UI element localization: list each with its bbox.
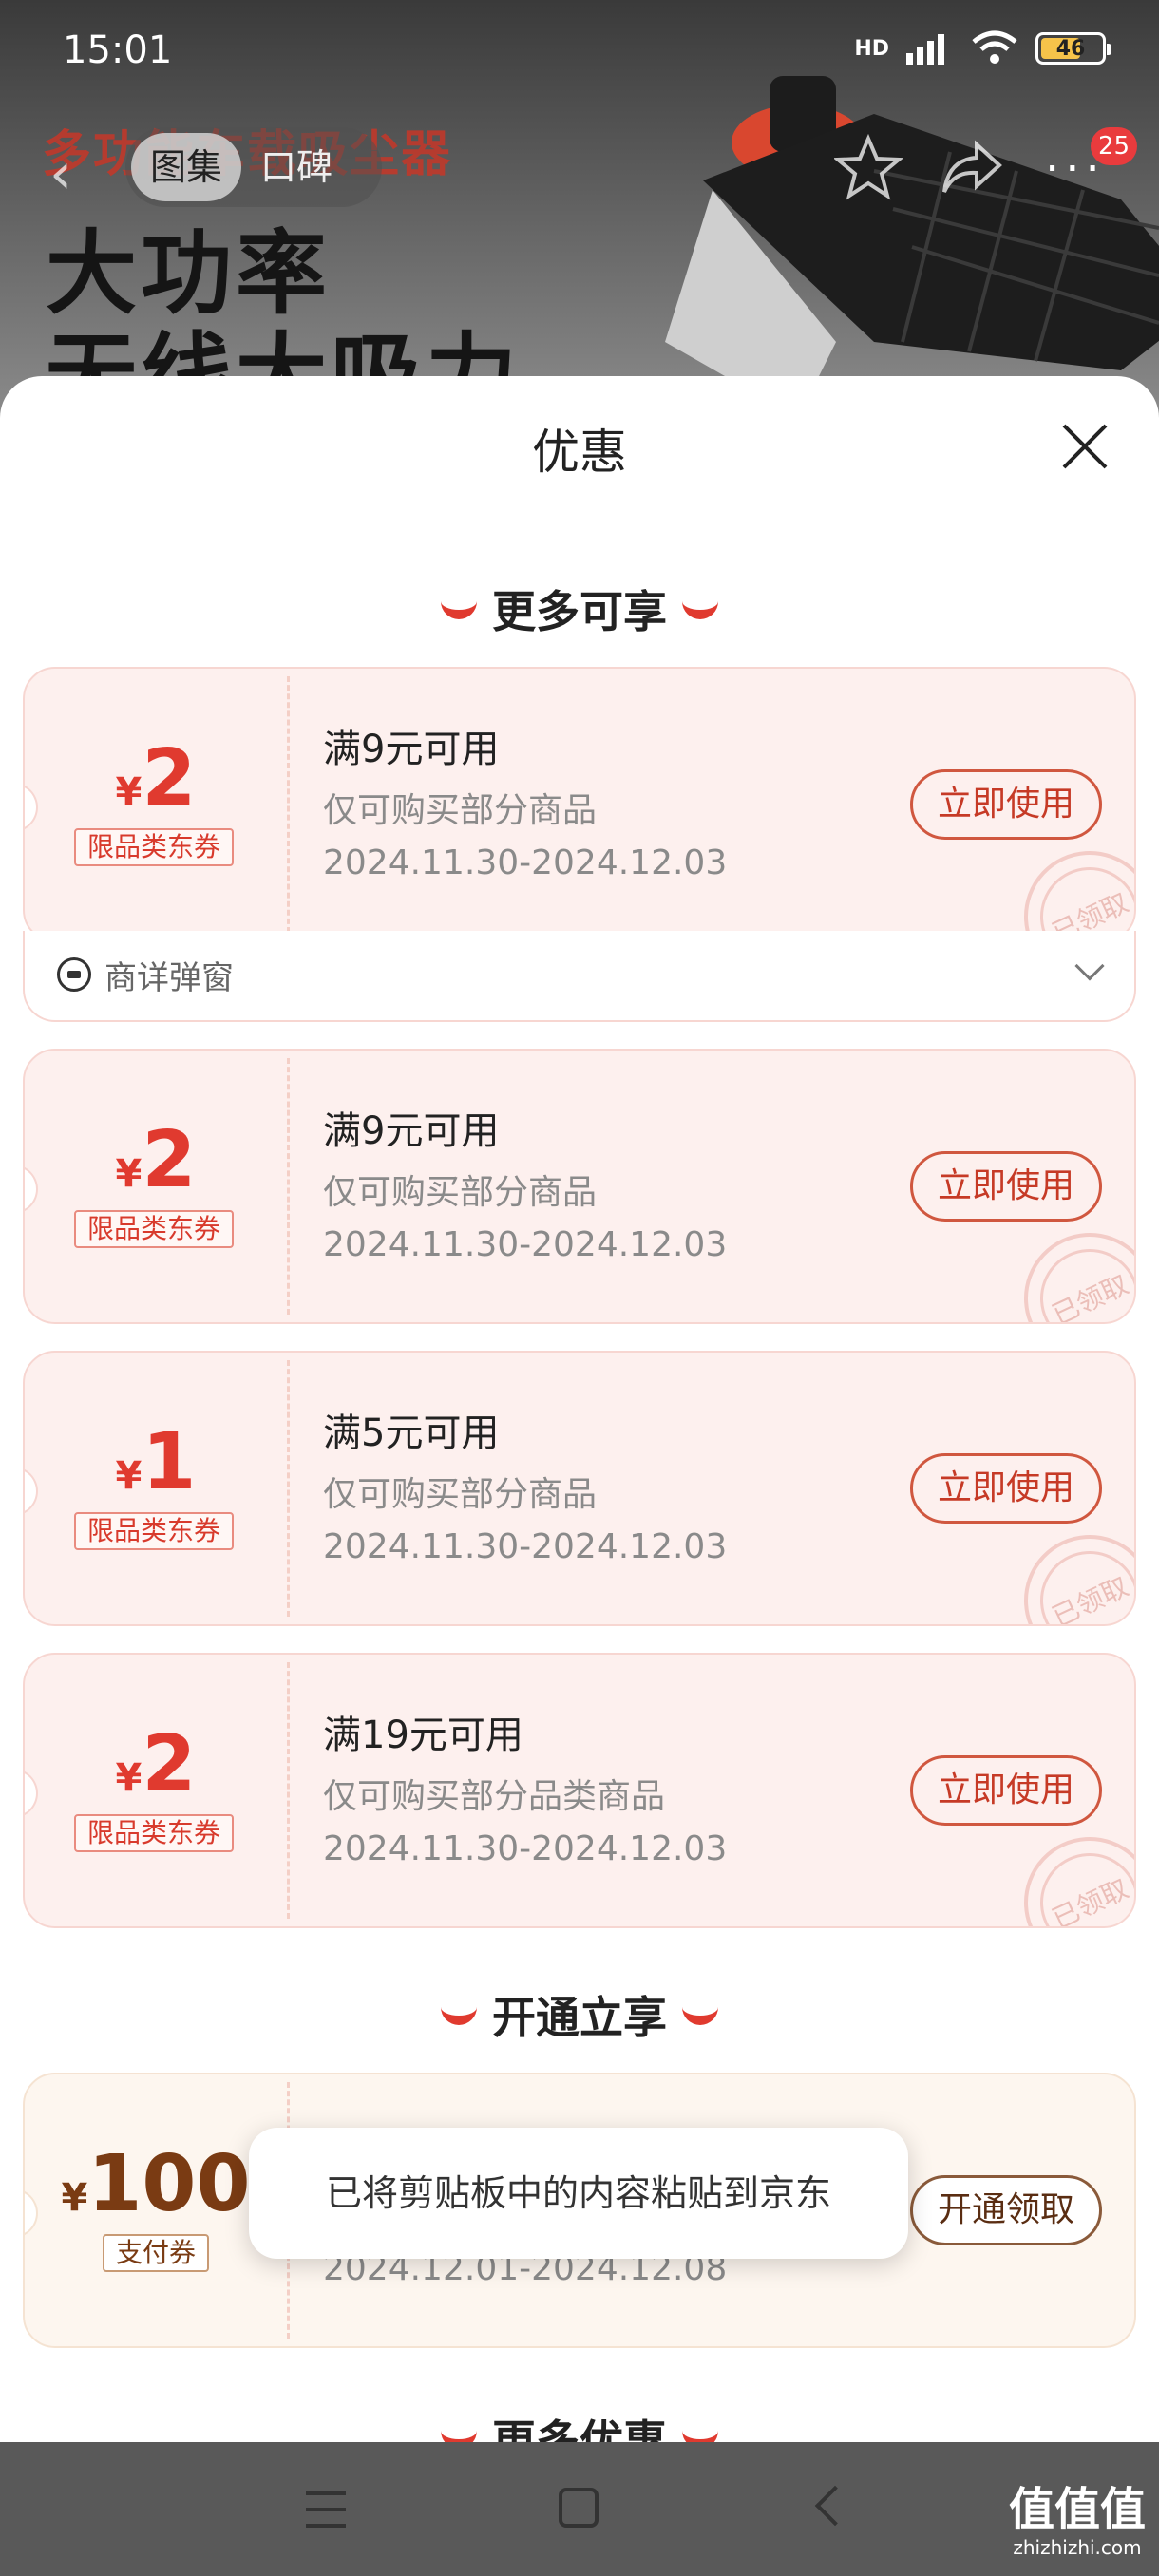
- currency-symbol: ¥: [115, 770, 142, 814]
- wifi-icon: [972, 30, 1017, 64]
- coupon-divider: [287, 1058, 290, 1315]
- coupon-scope: 仅可购买部分商品: [323, 1173, 598, 1212]
- signal-icon: HD: [854, 36, 889, 61]
- share-icon[interactable]: [940, 139, 1003, 198]
- smile-icon: [682, 2430, 718, 2442]
- gallery-tabs: 图集 口碑: [125, 127, 382, 207]
- amount-value: 2: [142, 1719, 197, 1809]
- coupon-type-tag: 限品类东券: [74, 1814, 235, 1852]
- signal-bars-icon: [906, 34, 944, 65]
- coupon-card[interactable]: ¥2 限品类东券 满19元可用 仅可购买部分品类商品 2024.11.30-20…: [23, 1653, 1136, 1928]
- claimed-stamp: 已领取: [1002, 829, 1134, 940]
- tab-gallery[interactable]: 图集: [131, 133, 242, 201]
- message-count-badge: 25: [1091, 127, 1138, 165]
- coupon-date: 2024.11.30-2024.12.03: [323, 1527, 728, 1566]
- claimed-stamp: 已领取: [1002, 1513, 1134, 1624]
- amount-value: 100: [87, 2139, 251, 2229]
- coupon-amount: ¥2: [25, 1719, 287, 1809]
- coupon-scope: 仅可购买部分商品: [323, 791, 598, 830]
- sheet-title: 优惠: [532, 425, 627, 480]
- back-arrow-icon[interactable]: ‹: [49, 141, 72, 207]
- coupon-condition: 满9元可用: [323, 728, 500, 771]
- section-header-more-offers: 更多优惠: [0, 2407, 1159, 2442]
- product-banner: 多功能车载吸尘器 大功率 无线大吸力 15:01 HD 46 ‹ 图集 口碑 ·…: [0, 0, 1159, 418]
- smile-icon: [682, 600, 718, 619]
- coupon-source-label: 商详弹窗: [104, 959, 234, 997]
- activate-claim-button[interactable]: 开通领取: [909, 2175, 1102, 2245]
- watermark-logo: 值值值: [1008, 2483, 1146, 2536]
- use-now-button[interactable]: 立即使用: [909, 1151, 1102, 1222]
- stamp-text: 已领取: [1023, 1836, 1134, 1926]
- amount-value: 1: [142, 1417, 197, 1507]
- coupon-scope: 仅可购买部分品类商品: [323, 1777, 666, 1816]
- coupon-amount: ¥2: [25, 733, 287, 824]
- site-watermark: 值值值 zhizhizhi.com: [1009, 2487, 1146, 2557]
- coupon-type-tag: 限品类东券: [74, 1210, 235, 1248]
- claimed-stamp: 已领取: [1002, 1815, 1134, 1926]
- coupon-condition: 满19元可用: [323, 1714, 523, 1757]
- section-title: 开通立享: [492, 1992, 667, 2043]
- coupon-source-icon: [57, 957, 91, 992]
- tab-reviews[interactable]: 口碑: [241, 133, 352, 201]
- section-title: 更多可享: [492, 586, 667, 637]
- coupon-date: 2024.11.30-2024.12.03: [323, 1829, 728, 1868]
- clipboard-toast: 已将剪贴板中的内容粘贴到京东: [249, 2128, 908, 2259]
- coupon-type-tag: 支付券: [103, 2234, 210, 2272]
- smile-icon: [682, 2006, 718, 2025]
- section-header-more: 更多可享: [0, 578, 1159, 640]
- coupon-date: 2024.11.30-2024.12.03: [323, 843, 728, 882]
- section-header-membership: 开通立享: [0, 1983, 1159, 2046]
- battery-level: 46: [1055, 36, 1086, 61]
- coupon-type-tag: 限品类东券: [74, 1512, 235, 1550]
- coupon-type-tag: 限品类东券: [74, 828, 235, 866]
- coupon-condition: 满5元可用: [323, 1411, 500, 1455]
- smile-icon: [441, 2006, 477, 2025]
- status-time: 15:01: [63, 28, 173, 72]
- stamp-text: 已领取: [1023, 1232, 1134, 1322]
- smile-icon: [441, 2430, 477, 2442]
- coupon-condition: 满9元可用: [323, 1109, 500, 1153]
- smile-icon: [441, 600, 477, 619]
- claimed-stamp: 已领取: [1002, 1211, 1134, 1322]
- use-now-button[interactable]: 立即使用: [909, 1453, 1102, 1524]
- stamp-text: 已领取: [1023, 1534, 1134, 1624]
- coupon-divider: [287, 1360, 290, 1617]
- use-now-button[interactable]: 立即使用: [909, 769, 1102, 840]
- currency-symbol: ¥: [115, 1756, 142, 1800]
- coupon-card[interactable]: ¥2 限品类东券 满9元可用 仅可购买部分商品 2024.11.30-2024.…: [23, 667, 1136, 942]
- amount-value: 2: [142, 1115, 197, 1205]
- currency-symbol: ¥: [115, 1454, 142, 1498]
- section-title: 更多优惠: [492, 2415, 667, 2442]
- chevron-down-icon[interactable]: [1074, 951, 1105, 981]
- favorite-star-icon[interactable]: [834, 133, 902, 201]
- menu-icon[interactable]: [306, 2491, 346, 2528]
- coupon-amount: ¥2: [25, 1115, 287, 1205]
- currency-symbol: ¥: [61, 2176, 88, 2220]
- stamp-text: 已领取: [1023, 850, 1134, 940]
- back-icon[interactable]: [814, 2485, 856, 2527]
- home-icon[interactable]: [559, 2488, 598, 2528]
- coupon-card[interactable]: ¥1 限品类东券 满5元可用 仅可购买部分商品 2024.11.30-2024.…: [23, 1351, 1136, 1626]
- coupon-card[interactable]: ¥2 限品类东券 满9元可用 仅可购买部分商品 2024.11.30-2024.…: [23, 1049, 1136, 1324]
- coupon-divider: [287, 676, 290, 933]
- currency-symbol: ¥: [115, 1152, 142, 1196]
- coupon-amount: ¥1: [25, 1417, 287, 1507]
- coupon-amount: ¥100: [25, 2139, 287, 2229]
- amount-value: 2: [142, 733, 197, 824]
- status-icons: HD 46: [854, 30, 1112, 66]
- close-icon[interactable]: [1058, 420, 1112, 473]
- battery-icon: 46: [1036, 32, 1112, 65]
- coupon-scope: 仅可购买部分商品: [323, 1475, 598, 1514]
- vacuum-image: [665, 76, 1159, 418]
- watermark-site: zhizhizhi.com: [1013, 2536, 1142, 2559]
- use-now-button[interactable]: 立即使用: [909, 1755, 1102, 1826]
- coupon-divider: [287, 1662, 290, 1919]
- coupon-date: 2024.11.30-2024.12.03: [323, 1225, 728, 1264]
- coupon-source-row[interactable]: 商详弹窗: [23, 931, 1136, 1022]
- system-nav-bar: [0, 2442, 1159, 2576]
